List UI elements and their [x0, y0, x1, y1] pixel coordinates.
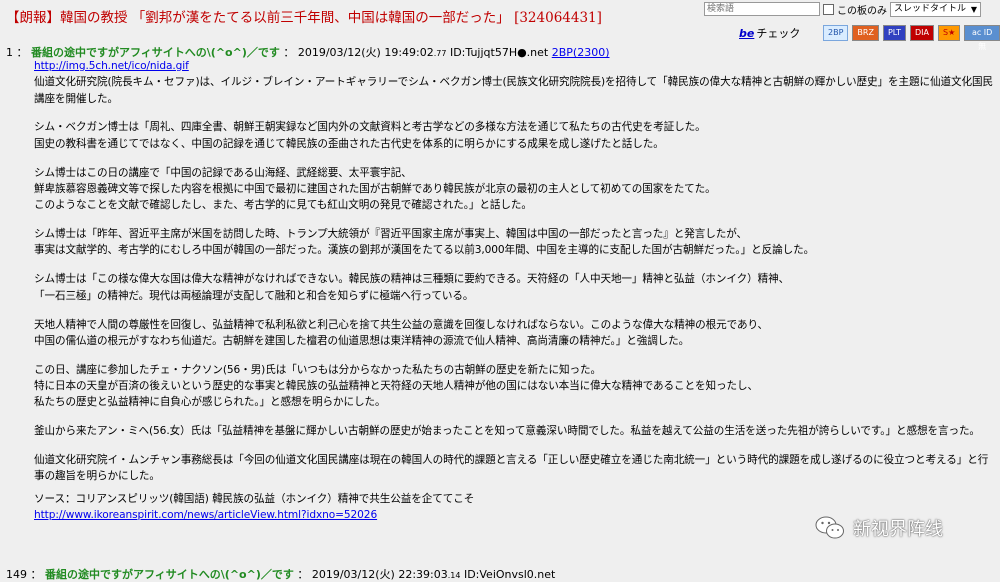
- search-scope-value: スレッドタイトル: [894, 3, 967, 14]
- post-paragraph: 仙道文化研究院イ・ムンチャン事務総長は「今回の仙道文化国民講座は現在の韓国人の時…: [34, 454, 989, 483]
- post-id[interactable]: ID:VeiOnvsl0.net: [464, 568, 555, 581]
- icon-image-link[interactable]: http://img.5ch.net/ico/nida.gif: [34, 58, 994, 74]
- search-scope-select[interactable]: スレッドタイトル ▼: [890, 1, 982, 17]
- post-number[interactable]: 149: [6, 568, 27, 581]
- post-paragraph: シム博士は「この様な偉大な国は偉大な精神がなければできない。韓民族の精神は三種類…: [34, 273, 790, 302]
- post-number[interactable]: 1: [6, 46, 13, 59]
- post-paragraph: この日、講座に参加したチェ・ナクソン(56・男)氏は「いつもは分からなかった私た…: [34, 363, 758, 409]
- post-author: 番組の途中ですがアフィサイトへの\(^o^)／です: [45, 568, 294, 581]
- post-date: 2019/03/12(火) 22:39:03.14: [311, 568, 461, 581]
- share-buttons: 2BP BRZ PLT DIA S★ ac ID無: [823, 25, 1000, 51]
- source-link[interactable]: http://www.ikoreanspirit.com/news/articl…: [34, 509, 377, 521]
- be-label[interactable]: be: [739, 27, 754, 40]
- search-area: この板のみ スレッドタイトル ▼: [704, 0, 1000, 18]
- thread-title: 【朗報】韓国の教授 「劉邦が漢をたてる以前三千年間、中国は韓国の一部だった」 […: [6, 10, 602, 26]
- post-paragraph: シム博士はこの日の講座で「中国の記録である山海経、武経総要、太平寰宇記、 鮮卑族…: [34, 166, 716, 212]
- share-button-star[interactable]: S★: [938, 25, 961, 41]
- share-button-2bp[interactable]: 2BP: [823, 25, 849, 41]
- wechat-icon: [815, 516, 844, 539]
- search-input[interactable]: [704, 2, 820, 16]
- source-label: ソース：コリアンスピリッツ(韓国語) 韓民族の弘益（ホンイク）精神で共生公益を企…: [34, 492, 475, 505]
- share-button-brz[interactable]: BRZ: [852, 25, 879, 41]
- watermark-text: 新视界阵线: [853, 519, 943, 540]
- post-header: 149 ： 番組の途中ですがアフィサイトへの\(^o^)／です ： 2019/0…: [6, 568, 556, 581]
- post-paragraph: 釜山から来たアン・ミヘ(56.女）氏は「弘益精神を基盤に輝かしい古朝鮮の歴史が始…: [34, 425, 980, 438]
- share-button-dia[interactable]: DIA: [910, 25, 935, 41]
- post-body: http://img.5ch.net/ico/nida.gif 仙道文化研究院(…: [34, 58, 994, 523]
- post-paragraph: シム・ベクガン博士は「周礼、四庫全書、朝鮮王朝実録など国内外の文献資料と考古学な…: [34, 121, 706, 150]
- watermark: 新视界阵线: [815, 515, 943, 541]
- chevron-down-icon: ▼: [970, 4, 978, 14]
- be-check[interactable]: be チェック: [739, 25, 800, 41]
- board-only-checkbox[interactable]: [823, 3, 834, 15]
- post-paragraph: 天地人精神で人間の尊厳性を回復し、弘益精神で私利私欲と利己心を捨て共生公益の意識…: [34, 318, 769, 347]
- post-paragraph: シム博士は「昨年、習近平主席が米国を訪問した時、トランプ大統領が『習近平国家主席…: [34, 228, 815, 257]
- post-paragraph: 仙道文化研究院(院長キム・セファ)は、イルジ・ブレイン・アートギャラリーでシム・…: [34, 76, 993, 105]
- share-button-ac-id[interactable]: ac ID無: [964, 25, 1000, 51]
- share-button-plt[interactable]: PLT: [882, 25, 907, 41]
- board-only-label: この板のみ: [837, 5, 887, 17]
- be-check-label: チェック: [756, 27, 801, 40]
